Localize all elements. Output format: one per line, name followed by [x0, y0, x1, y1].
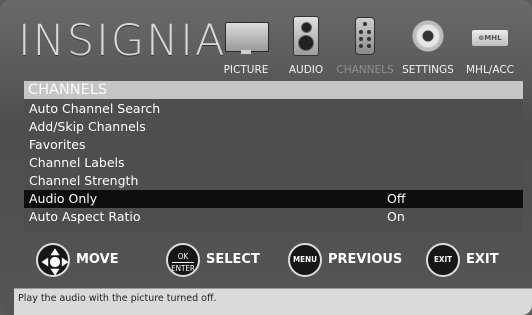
tab-mhl[interactable]: ⊛MHL MHL/ACC: [466, 14, 514, 76]
menu-item-label: Auto Channel Search: [29, 101, 161, 116]
mhl-logo-icon: ⊛MHL: [472, 30, 508, 46]
menu-item-favorites[interactable]: Favorites: [24, 136, 523, 154]
button-hint-bar: MOVE OK ENTER SELECT MENU PREVIOUS EXIT …: [0, 243, 532, 283]
tab-mhl-label: MHL/ACC: [465, 64, 514, 76]
tab-channels[interactable]: CHANNELS: [336, 14, 394, 76]
menu-title: CHANNELS: [24, 81, 523, 99]
menu-item-audio-only[interactable]: Audio Only Off: [24, 190, 523, 208]
help-text-box: Play the audio with the picture turned o…: [14, 288, 532, 315]
menu-item-label: Audio Only: [29, 191, 98, 206]
ok-key-text: OK: [177, 252, 189, 261]
menu-item-auto-aspect-ratio[interactable]: Auto Aspect Ratio On: [24, 208, 523, 226]
gear-icon: [412, 20, 444, 52]
exit-button-icon: EXIT: [426, 243, 460, 277]
ok-enter-button-icon: OK ENTER: [166, 243, 200, 277]
tab-settings[interactable]: SETTINGS: [402, 14, 454, 76]
menu-item-channel-strength[interactable]: Channel Strength: [24, 172, 523, 190]
speaker-icon: [293, 16, 319, 56]
hint-select-label: SELECT: [206, 252, 260, 267]
menu-item-label: Favorites: [29, 137, 86, 152]
tab-audio[interactable]: AUDIO: [289, 14, 323, 76]
menu-item-label: Auto Aspect Ratio: [29, 209, 141, 224]
menu-item-channel-labels[interactable]: Channel Labels: [24, 154, 523, 172]
menu-item-value: On: [387, 209, 405, 224]
channels-menu: CHANNELS Auto Channel Search Add/Skip Ch…: [24, 81, 523, 231]
hint-previous-label: PREVIOUS: [328, 252, 403, 267]
menu-item-label: Channel Strength: [29, 173, 139, 188]
tv-menu-screen: INSIGNIA PICTURE AUDIO CHANNELS SETTINGS…: [0, 0, 532, 315]
menu-item-add-skip-channels[interactable]: Add/Skip Channels: [24, 118, 523, 136]
tv-icon: [225, 22, 269, 54]
remote-icon: [355, 17, 375, 55]
dpad-icon: [36, 243, 70, 277]
menu-item-label: Add/Skip Channels: [29, 119, 146, 134]
hint-move-label: MOVE: [76, 252, 119, 267]
menu-item-auto-channel-search[interactable]: Auto Channel Search: [24, 100, 523, 118]
menu-item-value: Off: [387, 191, 406, 206]
menu-item-label: Channel Labels: [29, 155, 125, 170]
tab-picture[interactable]: PICTURE: [224, 14, 269, 76]
hint-exit-label: EXIT: [466, 252, 499, 267]
enter-key-text: ENTER: [171, 264, 195, 273]
menu-button-icon: MENU: [288, 243, 322, 277]
insignia-logo: INSIGNIA: [18, 16, 227, 66]
